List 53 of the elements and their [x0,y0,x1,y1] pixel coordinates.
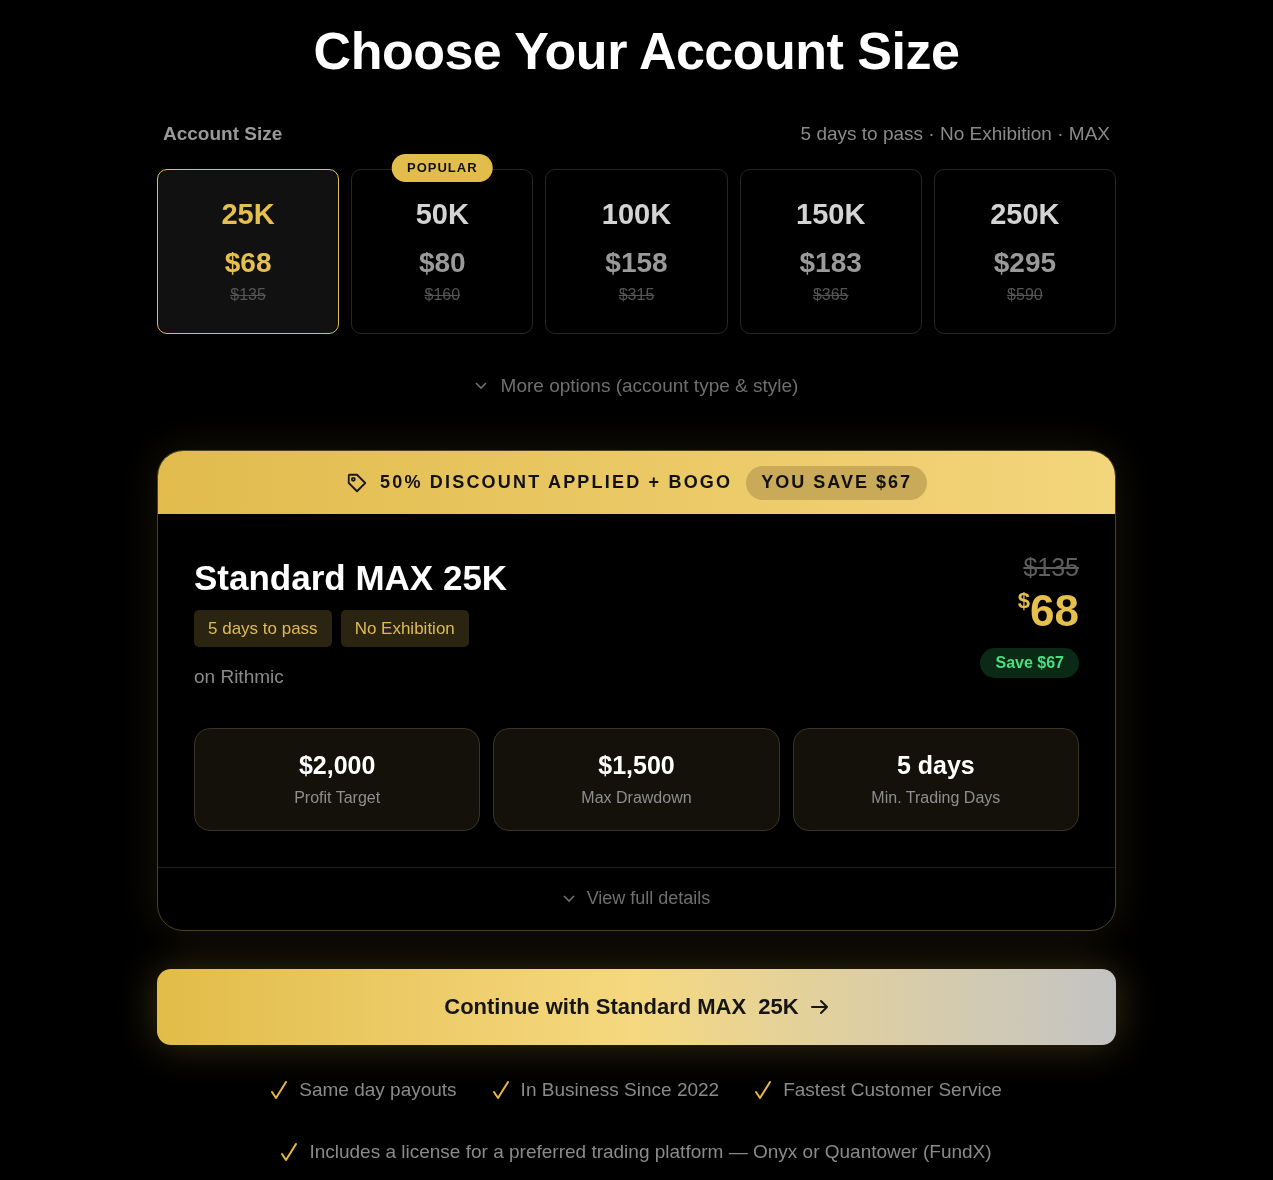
account-size-card[interactable]: 100K $158 $315 [545,168,728,334]
discount-text: 50% DISCOUNT APPLIED + BOGO [380,471,733,494]
check-icon [281,1143,298,1162]
stat-label: Min. Trading Days [871,788,1001,808]
original-price: $135 [1023,552,1079,582]
savings-badge: YOU SAVE $67 [746,465,927,500]
sale-price: $183 [799,245,862,280]
feature-tag: No Exhibition [340,610,469,647]
plan-name: Standard MAX 25K [194,557,508,599]
selection-summary: 5 days to pass · No Exhibition · MAX [800,122,1110,146]
feature-tag: 5 days to pass [194,610,332,647]
popular-badge: POPULAR [392,153,493,182]
platform-text: on Rithmic [194,665,285,689]
stat-value: $2,000 [298,750,376,780]
feature-text: Fastest Customer Service [783,1077,1002,1102]
check-icon [755,1080,772,1099]
continue-button[interactable]: Continue with Standard MAX 25K [157,968,1116,1045]
account-size-card[interactable]: 25K $68 $135 [157,168,340,334]
size-label: 250K [990,196,1060,232]
stat-value: 5 days [896,750,975,780]
chevron-down-icon [474,381,487,390]
original-price: $135 [230,284,266,305]
original-price: $160 [424,284,461,305]
section-label: Account Size [163,122,283,146]
original-price: $365 [812,284,849,305]
savings-pill: Save $67 [980,648,1079,678]
view-details-toggle[interactable]: View full details [562,885,711,912]
arrow-right-icon [810,998,829,1015]
stat-value: $1,500 [598,750,675,780]
stat-label: Max Drawdown [581,788,692,808]
account-size-card[interactable]: 150K $183 $365 [739,168,922,334]
check-icon [492,1080,509,1099]
sale-price: $80 [418,245,466,280]
account-size-card[interactable]: 250K $295 $590 [933,168,1116,334]
size-label: 150K [796,196,866,232]
tag-icon [346,471,368,494]
page-title: Choose Your Account Size [313,21,960,82]
current-price: $68 [1017,586,1079,636]
feature-text: In Business Since 2022 [520,1077,720,1102]
chevron-down-icon [562,894,575,903]
more-options-toggle[interactable]: More options (account type & style) [474,371,799,400]
sale-price: $68 [224,245,272,280]
feature-text: Same day payouts [299,1077,457,1102]
feature-text: Includes a license for a preferred trading platform — Onyx or Quantower (FundX) [309,1140,992,1164]
size-label: 25K [221,196,275,232]
size-label: 50K [415,196,469,232]
check-icon [271,1080,288,1099]
sale-price: $158 [605,245,668,280]
original-price: $590 [1007,284,1043,305]
original-price: $315 [618,284,655,305]
sale-price: $295 [993,245,1057,280]
stat-label: Profit Target [294,788,381,808]
size-label: 100K [601,196,672,232]
